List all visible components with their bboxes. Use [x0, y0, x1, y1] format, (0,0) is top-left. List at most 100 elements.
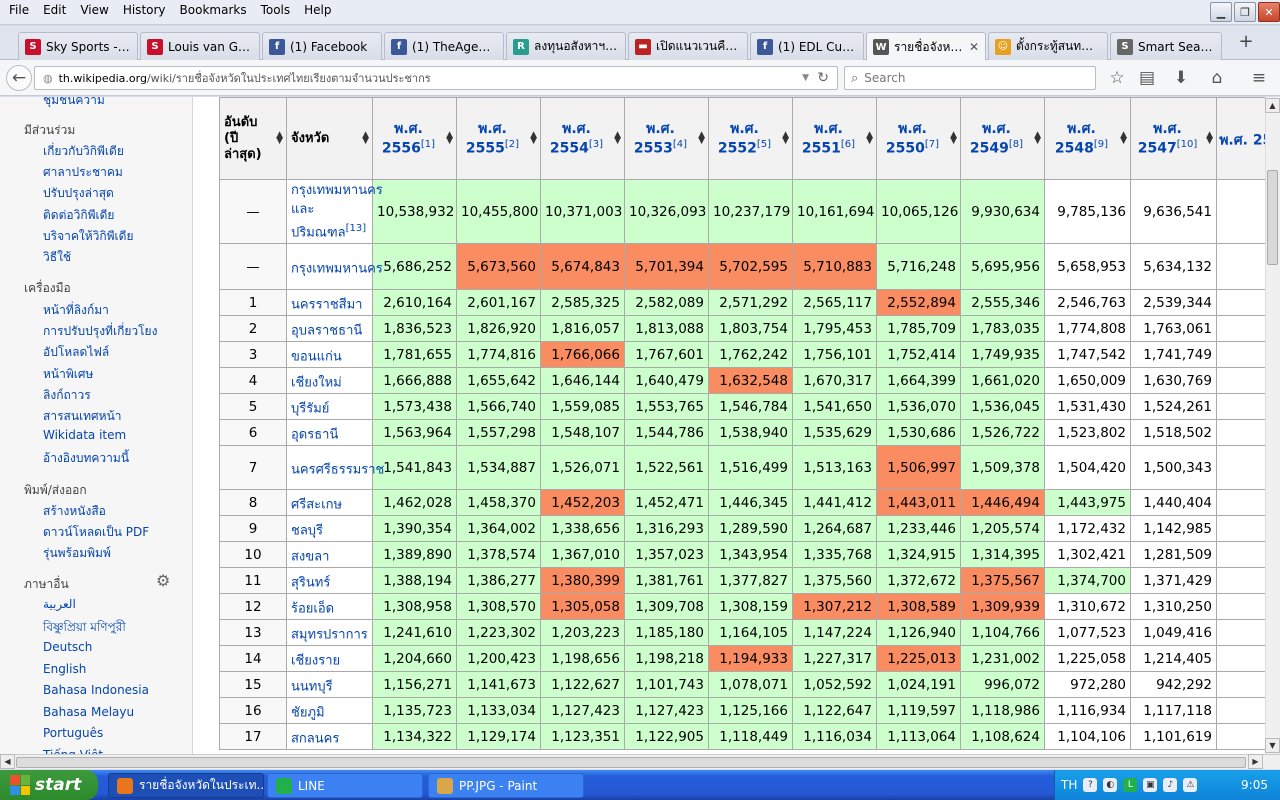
province-link[interactable]: ชลบุรี	[291, 523, 323, 538]
sidebar-link[interactable]: บริจาคให้วิกิพีเดีย	[43, 227, 133, 246]
sort-icon[interactable]: ▲ ▼	[782, 131, 789, 146]
sidebar-link[interactable]: ชุมชนความ	[43, 97, 105, 110]
province-link[interactable]: เชียงใหม่	[291, 375, 342, 390]
sort-icon[interactable]: ▲ ▼	[1034, 131, 1041, 146]
province-link[interactable]: เชียงราย	[291, 653, 340, 668]
province-link[interactable]: สงขลา	[291, 549, 329, 564]
sort-icon[interactable]: ▲ ▼	[698, 131, 705, 146]
header-year-label[interactable]: พ.ศ. 2553	[634, 121, 675, 157]
sidebar-link[interactable]: Wikidata item	[43, 428, 126, 442]
gear-icon[interactable]: ⚙	[156, 573, 172, 589]
scroll-left-icon[interactable]: ◀	[0, 754, 15, 769]
maximize-button[interactable]: ❐	[1234, 2, 1256, 22]
reference-link[interactable]: [3]	[589, 139, 603, 150]
reference-link[interactable]: [13]	[346, 223, 367, 234]
sidebar-link[interactable]: หน้าพิเศษ	[43, 365, 93, 384]
header-year[interactable]: พ.ศ. 2548[9] ▲ ▼	[1044, 97, 1131, 180]
province-link[interactable]: ศรีสะเกษ	[291, 497, 342, 512]
language-link[interactable]: বিষ্ণুপ্রিয়া মণিপুরী	[43, 619, 126, 639]
sidebar-link[interactable]: สารสนเทศหน้า	[43, 407, 122, 426]
province-link[interactable]: นครราชสีมา	[291, 297, 362, 312]
sidebar-link[interactable]: ดาวน์โหลดเป็น PDF	[43, 523, 149, 542]
language-link[interactable]: English	[43, 662, 86, 676]
sort-icon[interactable]: ▲ ▼	[530, 131, 537, 146]
taskbar-item[interactable]: LINE	[267, 773, 423, 798]
menu-bookmarks[interactable]: Bookmarks	[173, 2, 254, 22]
header-year-label[interactable]: พ.ศ. 2550	[886, 121, 927, 157]
sidebar-link[interactable]: รุ่นพร้อมพิมพ์	[43, 544, 111, 563]
sidebar-link[interactable]: ลิงก์ถาวร	[43, 386, 91, 405]
header-year-label[interactable]: พ.ศ. 2552	[718, 121, 759, 157]
header-year-label[interactable]: พ.ศ. 2548	[1055, 121, 1096, 157]
tab-5[interactable]: R ลงทุนอสังหาฯต่...	[506, 32, 626, 60]
dropdown-arrow-icon[interactable]: ▼	[802, 73, 809, 83]
sort-icon[interactable]: ▲ ▼	[362, 131, 369, 146]
language-link[interactable]: العربية	[43, 597, 76, 611]
menu-file[interactable]: File	[2, 2, 36, 22]
language-indicator[interactable]: TH	[1061, 778, 1077, 792]
sidebar-link[interactable]: การปรับปรุงที่เกี่ยวโยง	[43, 322, 157, 341]
header-year[interactable]: พ.ศ. 2554[3] ▲ ▼	[540, 97, 625, 180]
tab-9[interactable]: ☺ ตั้งกระทู้สนทนา...	[988, 32, 1108, 60]
sort-icon[interactable]: ▲ ▼	[276, 131, 283, 146]
province-link[interactable]: ร้อยเอ็ด	[291, 601, 334, 616]
header-province[interactable]: จังหวัด ▲ ▼	[286, 97, 373, 180]
horizontal-scroll-thumb[interactable]	[16, 757, 1246, 768]
back-button[interactable]: ←	[6, 65, 32, 91]
header-year[interactable]: พ.ศ. 2552[5] ▲ ▼	[708, 97, 793, 180]
sidebar-link[interactable]: ศาลาประชาคม	[43, 163, 123, 182]
menu-hamburger-icon[interactable]: ≡	[1246, 65, 1272, 91]
reference-link[interactable]: [1]	[421, 139, 435, 150]
reference-link[interactable]: [6]	[841, 139, 855, 150]
sort-icon[interactable]: ▲ ▼	[1206, 131, 1213, 146]
tab-1[interactable]: S Sky Sports - S...	[18, 32, 138, 60]
header-year[interactable]: พ.ศ. 2556[1] ▲ ▼	[372, 97, 457, 180]
taskbar-item[interactable]: รายชื่อจังหวัดในประเท...	[108, 773, 264, 798]
reference-link[interactable]: [2]	[505, 139, 519, 150]
reference-link[interactable]: [4]	[673, 139, 687, 150]
header-year-label[interactable]: พ.ศ. 2556	[382, 121, 423, 157]
language-link[interactable]: Bahasa Indonesia	[43, 683, 149, 697]
header-year[interactable]: พ.ศ. 2546▲▼	[1216, 97, 1265, 180]
header-year[interactable]: พ.ศ. 2547[10] ▲ ▼	[1130, 97, 1217, 180]
province-link[interactable]: อุดรธานี	[291, 427, 338, 442]
sort-icon[interactable]: ▲ ▼	[1120, 131, 1127, 146]
sidebar-link[interactable]: เกี่ยวกับวิกิพีเดีย	[43, 142, 124, 161]
taskbar-item[interactable]: PP.JPG - Paint	[428, 773, 584, 798]
tab-2[interactable]: S Louis van Gaal...	[140, 32, 260, 60]
sidebar-link[interactable]: อ้างอิงบทความนี้	[43, 449, 129, 468]
sidebar-link[interactable]: อัปโหลดไฟล์	[43, 343, 109, 362]
header-year[interactable]: พ.ศ. 2550[7] ▲ ▼	[876, 97, 961, 180]
menu-history[interactable]: History	[116, 2, 173, 22]
sidebar-link[interactable]: ติดต่อวิกิพีเดีย	[43, 206, 114, 225]
start-button[interactable]: start	[0, 770, 98, 800]
header-year-label[interactable]: พ.ศ. 2554	[550, 121, 591, 157]
url-bar[interactable]: ◍ th.wikipedia.org/wiki/รายชื่อจังหวัดใน…	[34, 66, 838, 90]
security-icon[interactable]: ⚠	[1183, 778, 1198, 792]
close-tab-icon[interactable]: ✕	[969, 40, 979, 54]
menu-edit[interactable]: Edit	[36, 2, 73, 22]
header-year-label[interactable]: พ.ศ. 2551	[802, 121, 843, 157]
reference-link[interactable]: [5]	[757, 139, 771, 150]
sort-icon[interactable]: ▲ ▼	[950, 131, 957, 146]
menu-help[interactable]: Help	[297, 2, 338, 22]
reference-link[interactable]: [7]	[925, 139, 939, 150]
tab-7[interactable]: f (1) EDL Cupfe'	[750, 32, 864, 60]
close-window-button[interactable]: ✕	[1258, 2, 1280, 22]
sidebar-link[interactable]: หน้าที่ลิงก์มา	[43, 301, 109, 320]
language-link[interactable]: Bahasa Melayu	[43, 705, 134, 719]
province-link[interactable]: สมุทรปราการ	[291, 627, 368, 642]
province-link[interactable]: สกลนคร	[291, 731, 339, 746]
sidebar-link[interactable]: ปรับปรุงล่าสุด	[43, 184, 114, 203]
new-tab-button[interactable]: +	[1234, 31, 1258, 55]
sidebar-link[interactable]: วิธีใช้	[43, 248, 71, 267]
header-rank[interactable]: อันดับ (ปีล่าสุด) ▲ ▼	[219, 97, 287, 180]
province-link[interactable]: บุรีรัมย์	[291, 401, 329, 416]
language-link[interactable]: Português	[43, 726, 103, 740]
tab-10[interactable]: S Smart Search ...	[1110, 32, 1222, 60]
sidebar-link[interactable]: สร้างหนังสือ	[43, 502, 106, 521]
network-icon[interactable]: ▣	[1143, 778, 1158, 792]
vertical-scroll-thumb[interactable]	[1267, 170, 1278, 265]
tab-4[interactable]: f (1) TheAgentO...	[384, 32, 504, 60]
province-link[interactable]: กรุงเทพมหานคร	[291, 261, 383, 276]
